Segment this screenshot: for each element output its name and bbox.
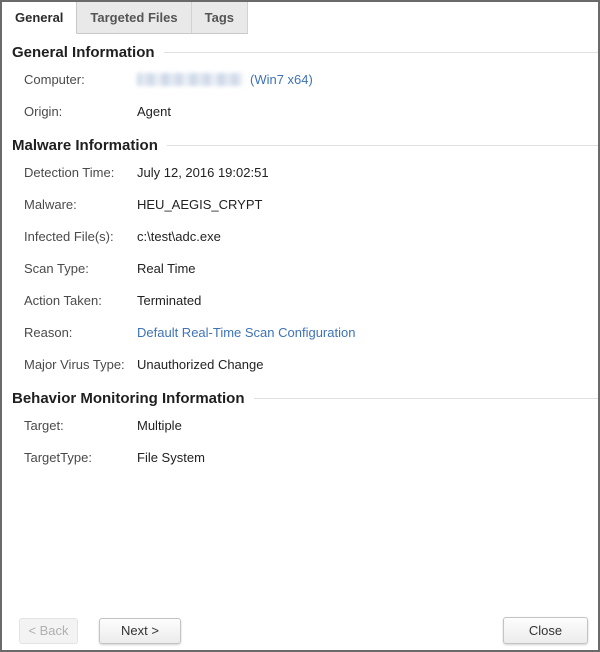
tab-bar: General Targeted Files Tags: [2, 2, 598, 34]
row-scan-type: Scan Type: Real Time: [24, 252, 598, 284]
field-label: Origin:: [24, 104, 137, 119]
field-value: Agent: [137, 104, 171, 119]
field-value: Real Time: [137, 261, 196, 276]
section-divider: [164, 52, 598, 53]
field-label: Target:: [24, 418, 137, 433]
dialog-footer: < Back Next > Close: [2, 617, 598, 650]
field-value: July 12, 2016 19:02:51: [137, 165, 269, 180]
section-title: Malware Information: [12, 137, 158, 154]
field-label: Computer:: [24, 72, 137, 87]
tab-tags[interactable]: Tags: [192, 2, 248, 34]
row-infected-files: Infected File(s): c:\test\adc.exe: [24, 220, 598, 252]
close-button[interactable]: Close: [503, 617, 588, 644]
tab-general[interactable]: General: [2, 2, 77, 34]
row-reason: Reason: Default Real-Time Scan Configura…: [24, 316, 598, 348]
field-label: Infected File(s):: [24, 229, 137, 244]
field-label: Scan Type:: [24, 261, 137, 276]
next-button[interactable]: Next >: [99, 618, 181, 644]
field-label: Action Taken:: [24, 293, 137, 308]
field-value: File System: [137, 450, 205, 465]
section-title: General Information: [12, 44, 155, 61]
malware-detail-dialog: General Targeted Files Tags General Info…: [0, 0, 600, 652]
field-value: c:\test\adc.exe: [137, 229, 221, 244]
field-label: Detection Time:: [24, 165, 137, 180]
reason-configuration-link[interactable]: Default Real-Time Scan Configuration: [137, 325, 355, 340]
section-title: Behavior Monitoring Information: [12, 390, 245, 407]
row-computer: Computer: (Win7 x64): [24, 63, 598, 95]
field-value: HEU_AEGIS_CRYPT: [137, 197, 262, 212]
field-label: Major Virus Type:: [24, 357, 137, 372]
section-behavior-monitoring: Behavior Monitoring Information: [12, 390, 598, 407]
field-value: Unauthorized Change: [137, 357, 263, 372]
row-malware: Malware: HEU_AEGIS_CRYPT: [24, 188, 598, 220]
section-malware-information: Malware Information: [12, 137, 598, 154]
row-origin: Origin: Agent: [24, 95, 598, 127]
tab-panel-general: General Information Computer: (Win7 x64)…: [2, 34, 598, 617]
section-general-information: General Information: [12, 44, 598, 61]
row-target-type: TargetType: File System: [24, 441, 598, 473]
field-value: Multiple: [137, 418, 182, 433]
tab-targeted-files[interactable]: Targeted Files: [77, 2, 191, 34]
row-detection-time: Detection Time: July 12, 2016 19:02:51: [24, 156, 598, 188]
field-label: Malware:: [24, 197, 137, 212]
row-major-virus-type: Major Virus Type: Unauthorized Change: [24, 348, 598, 380]
section-divider: [254, 398, 599, 399]
computer-os-link[interactable]: (Win7 x64): [250, 72, 313, 87]
field-label: TargetType:: [24, 450, 137, 465]
field-label: Reason:: [24, 325, 137, 340]
section-divider: [167, 145, 598, 146]
row-action-taken: Action Taken: Terminated: [24, 284, 598, 316]
field-value: Terminated: [137, 293, 201, 308]
redacted-computer-name: [137, 73, 243, 86]
row-target: Target: Multiple: [24, 409, 598, 441]
back-button[interactable]: < Back: [19, 618, 78, 644]
